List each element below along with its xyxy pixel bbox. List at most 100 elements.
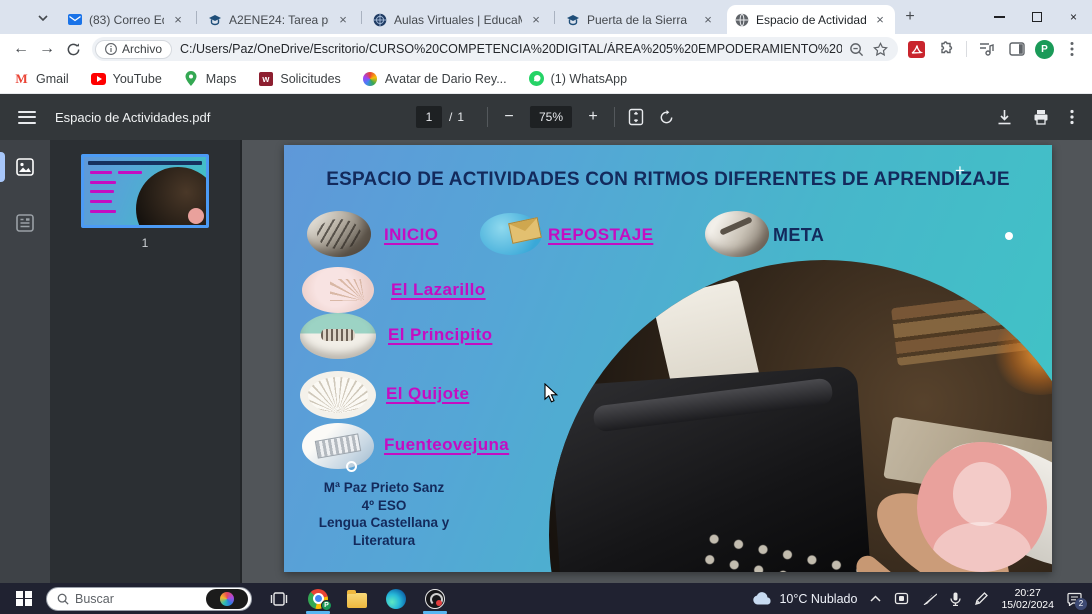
thumbnail-title-bar	[88, 161, 202, 165]
youtube-icon	[90, 71, 106, 86]
media-controls-icon[interactable]	[975, 37, 999, 61]
cast-device-icon[interactable]	[894, 592, 909, 605]
maps-pin-icon	[184, 71, 199, 86]
zoom-out-button[interactable]: −	[499, 106, 519, 128]
cloud-icon	[753, 591, 772, 604]
pdf-menu-hamburger-icon[interactable]	[18, 110, 36, 124]
bookmarks-bar: M Gmail YouTube Maps w Solicitudes Avata…	[0, 64, 1092, 94]
edge-icon[interactable]	[384, 586, 408, 612]
fit-to-page-icon[interactable]	[626, 106, 646, 128]
el-principito-link[interactable]: El Principito	[388, 325, 492, 345]
bookmark-solicitudes[interactable]: w Solicitudes	[258, 71, 341, 86]
thumbnails-panel-button[interactable]	[0, 150, 50, 184]
reload-button[interactable]	[60, 36, 86, 62]
rotate-page-icon[interactable]	[656, 106, 676, 128]
inicio-link[interactable]: INICIO	[384, 225, 438, 245]
bookmark-label: YouTube	[112, 71, 162, 86]
forward-button[interactable]: →	[34, 36, 60, 62]
fuenteovejuna-link[interactable]: Fuenteovejuna	[384, 435, 509, 455]
close-window-button[interactable]: ×	[1055, 0, 1092, 34]
bookmark-star-icon[interactable]	[870, 39, 890, 59]
annotation-dot-marker	[1005, 232, 1013, 240]
tab-close-icon[interactable]: ×	[700, 12, 716, 28]
minimize-button[interactable]	[981, 0, 1018, 34]
el-quijote-link[interactable]: El Quijote	[386, 384, 469, 404]
pdf-more-kebab-icon[interactable]	[1070, 109, 1074, 125]
tab-title: Aulas Virtuales | EducaMadr	[394, 12, 522, 27]
bookmark-avatar-dario[interactable]: Avatar de Dario Rey...	[363, 71, 507, 86]
obs-icon[interactable]	[423, 586, 447, 614]
tab-close-icon[interactable]: ×	[170, 12, 186, 28]
tab-espacio-actividades-pdf-active[interactable]: Espacio de Actividades.pdf ×	[727, 5, 895, 34]
bookmark-label: Gmail	[36, 71, 69, 86]
bookmark-youtube[interactable]: YouTube	[90, 71, 162, 86]
task-view-button[interactable]	[267, 586, 291, 612]
repostaje-link[interactable]: REPOSTAJE	[548, 225, 653, 245]
tab-close-icon[interactable]: ×	[528, 12, 544, 28]
search-input[interactable]	[75, 591, 200, 606]
start-button[interactable]	[12, 587, 36, 611]
ink-pen-icon[interactable]	[974, 591, 989, 606]
fuenteovejuna-book-image	[302, 423, 374, 469]
tab-close-icon[interactable]: ×	[335, 12, 351, 28]
zoom-page-icon[interactable]	[846, 39, 866, 59]
outline-panel-button[interactable]	[0, 206, 50, 240]
bookmark-label: Solicitudes	[280, 71, 341, 86]
side-panel-icon[interactable]	[1005, 37, 1029, 61]
chrome-taskbar-icon[interactable]: P	[306, 586, 332, 614]
thumbnail-line	[90, 200, 112, 203]
copilot-button[interactable]	[206, 588, 248, 609]
avatar-head-silhouette	[953, 462, 1011, 526]
bookmark-maps[interactable]: Maps	[184, 71, 236, 86]
extensions-puzzle-icon[interactable]	[934, 37, 958, 61]
windows-taskbar: P 10°C Nublado 20:27 1	[0, 583, 1092, 614]
tab-close-icon[interactable]: ×	[872, 12, 888, 28]
page-thumbnail[interactable]	[81, 154, 209, 228]
profile-avatar[interactable]: P	[1035, 39, 1054, 59]
back-button[interactable]: ←	[8, 36, 34, 62]
tab-puerta-de-la-sierra[interactable]: Puerta de la Sierra ×	[558, 5, 723, 34]
maximize-button[interactable]	[1018, 0, 1055, 34]
bookmark-whatsapp[interactable]: (1) WhatsApp	[528, 71, 627, 86]
adobe-acrobat-extension-icon[interactable]	[904, 37, 928, 61]
el-lazarillo-link[interactable]: El Lazarillo	[391, 280, 486, 300]
weather-widget[interactable]: 10°C Nublado	[752, 592, 857, 606]
tab-correo-educamadrid[interactable]: (83) Correo EducaMadrid :: ×	[60, 5, 193, 34]
taskbar-search-box[interactable]	[46, 586, 252, 611]
gmail-icon: M	[15, 70, 28, 86]
tab-aulas-virtuales[interactable]: Aulas Virtuales | EducaMadr ×	[365, 5, 551, 34]
download-icon[interactable]	[997, 109, 1012, 125]
tab-a2ene24[interactable]: A2ENE24: Tarea práctica 6 - ×	[200, 5, 358, 34]
author-line: Literatura	[352, 532, 416, 548]
pen-disabled-icon[interactable]	[922, 592, 938, 605]
zoom-in-button[interactable]: +	[583, 106, 603, 128]
tab-strip: (83) Correo EducaMadrid :: × A2ENE24: Ta…	[0, 0, 1092, 34]
tab-search-chevron-icon[interactable]	[32, 8, 54, 27]
zoom-level-input[interactable]: 75%	[530, 106, 573, 128]
meta-thumbnail-image	[705, 211, 769, 257]
print-icon[interactable]	[1033, 109, 1049, 125]
bookmark-gmail[interactable]: M Gmail	[14, 70, 69, 86]
author-line: Mª Paz Prieto Sanz	[323, 480, 445, 495]
new-tab-button[interactable]: +	[899, 7, 921, 29]
file-scheme-chip[interactable]: Archivo	[95, 39, 173, 59]
principito-book-image	[300, 313, 376, 359]
taskbar-clock[interactable]: 20:27 15/02/2024	[1001, 587, 1054, 611]
page-total: 1	[457, 110, 465, 124]
file-explorer-icon[interactable]	[345, 586, 369, 612]
pdf-page: ESPACIO DE ACTIVIDADES CON RITMOS DIFERE…	[284, 145, 1052, 572]
avatar-body-silhouette	[933, 522, 1031, 572]
pdf-toolbar: Espacio de Actividades.pdf 1 / 1 − 75% +	[0, 94, 1092, 140]
hidden-icons-chevron[interactable]	[870, 595, 881, 602]
browser-menu-kebab-icon[interactable]	[1060, 37, 1084, 61]
address-bar[interactable]: Archivo C:/Users/Paz/OneDrive/Escritorio…	[92, 37, 898, 61]
pdf-toolbar-divider	[614, 107, 616, 127]
running-indicator	[306, 611, 330, 614]
quijote-book-image	[300, 371, 376, 419]
page-number-input[interactable]: 1	[415, 106, 442, 128]
microphone-icon[interactable]	[950, 592, 962, 606]
annotation-plus-marker: +	[955, 161, 965, 180]
notification-center-button[interactable]: 2	[1067, 592, 1087, 610]
mouse-cursor	[544, 383, 559, 404]
taskbar-apps: P	[267, 586, 447, 614]
